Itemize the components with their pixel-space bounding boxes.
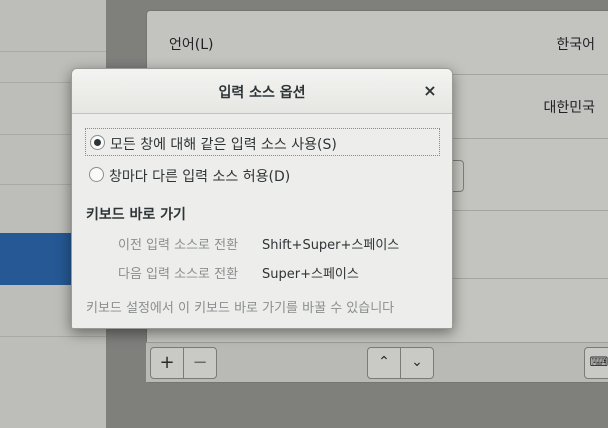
add-input-source-button[interactable]: + xyxy=(150,347,184,379)
language-value: 한국어 xyxy=(556,37,595,53)
dialog-title: 입력 소스 옵션 xyxy=(218,85,306,101)
radio-per-window-source[interactable]: 창마다 다른 입력 소스 허용(D) xyxy=(85,161,440,189)
dialog-titlebar: 입력 소스 옵션 × xyxy=(72,69,452,114)
shortcut-next-label: 다음 입력 소스로 전환 xyxy=(118,267,239,282)
radio-button-checked[interactable] xyxy=(90,135,105,150)
show-keyboard-layout-button[interactable]: ⌨ xyxy=(584,347,608,379)
radio-per-window-label[interactable]: 창마다 다른 입력 소스 허용(D) xyxy=(109,166,290,186)
language-row[interactable]: 언어(L) 한국어 xyxy=(147,11,608,75)
close-icon: × xyxy=(423,81,437,100)
keyboard-icon: ⌨ xyxy=(589,355,608,370)
shortcut-next-value: Super+스페이스 xyxy=(262,267,359,282)
close-button[interactable]: × xyxy=(420,81,440,101)
radio-button-unchecked[interactable] xyxy=(89,167,104,182)
radio-same-source-label[interactable]: 모든 창에 대해 같은 입력 소스 사용(S) xyxy=(110,134,337,154)
shortcut-hint-text: 키보드 설정에서 이 키보드 바로 가기를 바꿀 수 있습니다 xyxy=(86,301,395,316)
move-up-button[interactable]: ⌃ xyxy=(367,347,401,379)
shortcuts-section-title: 키보드 바로 가기 xyxy=(86,207,186,223)
region-value: 대한민국 xyxy=(543,100,595,116)
chevron-up-icon: ⌃ xyxy=(378,354,390,370)
language-label: 언어(L) xyxy=(169,37,214,53)
shortcut-previous-value: Shift+Super+스페이스 xyxy=(262,238,400,253)
shortcut-previous-label: 이전 입력 소스로 전환 xyxy=(118,238,239,253)
move-down-button[interactable]: ⌄ xyxy=(400,347,434,379)
chevron-down-icon: ⌄ xyxy=(411,354,423,370)
sidebar-item[interactable] xyxy=(0,0,106,52)
remove-input-source-button[interactable]: − xyxy=(183,347,217,379)
radio-same-source[interactable]: 모든 창에 대해 같은 입력 소스 사용(S) xyxy=(85,128,440,156)
input-source-options-dialog: 입력 소스 옵션 × 모든 창에 대해 같은 입력 소스 사용(S) 창마다 다… xyxy=(71,68,453,329)
